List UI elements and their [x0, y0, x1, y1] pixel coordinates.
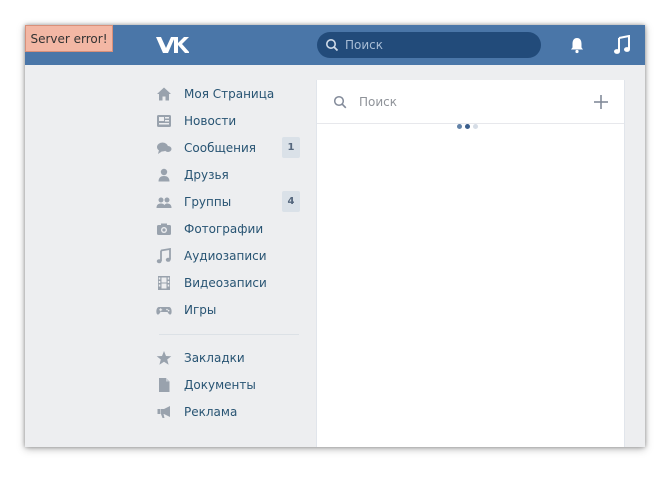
- home-icon: [156, 86, 172, 102]
- film-icon: [156, 275, 172, 291]
- messages-icon: [156, 140, 172, 156]
- sidebar-item-games[interactable]: Игры: [153, 296, 303, 323]
- sidebar-item-label: Группы: [184, 194, 232, 209]
- sidebar-item-label: Документы: [184, 377, 256, 392]
- sidebar-item-my-page[interactable]: Моя Страница: [153, 80, 303, 107]
- sidebar-item-label: Друзья: [184, 167, 229, 182]
- camera-icon: [156, 221, 172, 237]
- sidebar-item-label: Реклама: [184, 404, 238, 419]
- sidebar-item-messages[interactable]: Сообщения 1: [153, 134, 303, 161]
- gamepad-icon: [156, 302, 172, 318]
- music-icon: [156, 247, 172, 264]
- vk-logo-icon[interactable]: [155, 34, 189, 56]
- sidebar-item-label: Игры: [184, 302, 217, 317]
- sidebar-item-documents[interactable]: Документы: [153, 371, 303, 398]
- message-search-bar: [317, 80, 624, 124]
- plus-icon[interactable]: [593, 94, 609, 110]
- top-bar: [25, 25, 645, 65]
- bell-icon[interactable]: [568, 36, 586, 54]
- sidebar-item-groups[interactable]: Группы 4: [153, 188, 303, 215]
- sidebar-item-label: Моя Страница: [184, 86, 275, 101]
- groups-icon: [156, 194, 172, 210]
- search-icon: [333, 95, 347, 108]
- sidebar-item-label: Фотографии: [184, 221, 264, 236]
- sidebar-item-label: Сообщения: [184, 140, 257, 155]
- sidebar-item-ads[interactable]: Реклама: [153, 398, 303, 425]
- loading-dots-icon: [457, 124, 478, 129]
- sidebar-item-label: Видеозаписи: [184, 275, 267, 290]
- sidebar-divider: [159, 334, 299, 335]
- sidebar-item-photos[interactable]: Фотографии: [153, 215, 303, 242]
- document-icon: [156, 377, 172, 393]
- messages-count-badge[interactable]: 1: [282, 137, 300, 158]
- header-search[interactable]: [317, 32, 541, 58]
- main-panel: [316, 80, 625, 447]
- browser-frame: Моя Страница Новости Сообщения 1 Друзья: [25, 25, 645, 447]
- sidebar-item-bookmarks[interactable]: Закладки: [153, 344, 303, 371]
- sidebar-item-audio[interactable]: Аудиозаписи: [153, 242, 303, 269]
- left-sidebar: Моя Страница Новости Сообщения 1 Друзья: [153, 80, 303, 425]
- sidebar-item-label: Новости: [184, 113, 237, 128]
- news-icon: [156, 113, 172, 129]
- sidebar-item-news[interactable]: Новости: [153, 107, 303, 134]
- music-note-icon[interactable]: [613, 35, 631, 55]
- sidebar-item-label: Аудиозаписи: [184, 248, 267, 263]
- server-error-banner: Server error!: [25, 25, 113, 52]
- friend-icon: [156, 167, 172, 183]
- sidebar-item-label: Закладки: [184, 350, 245, 365]
- sidebar-item-video[interactable]: Видеозаписи: [153, 269, 303, 296]
- sidebar-item-friends[interactable]: Друзья: [153, 161, 303, 188]
- star-icon: [156, 350, 172, 366]
- search-icon: [326, 39, 339, 52]
- header-search-input[interactable]: [345, 38, 525, 52]
- message-search-input[interactable]: [359, 94, 559, 109]
- megaphone-icon: [156, 404, 172, 420]
- groups-count-badge[interactable]: 4: [282, 191, 300, 212]
